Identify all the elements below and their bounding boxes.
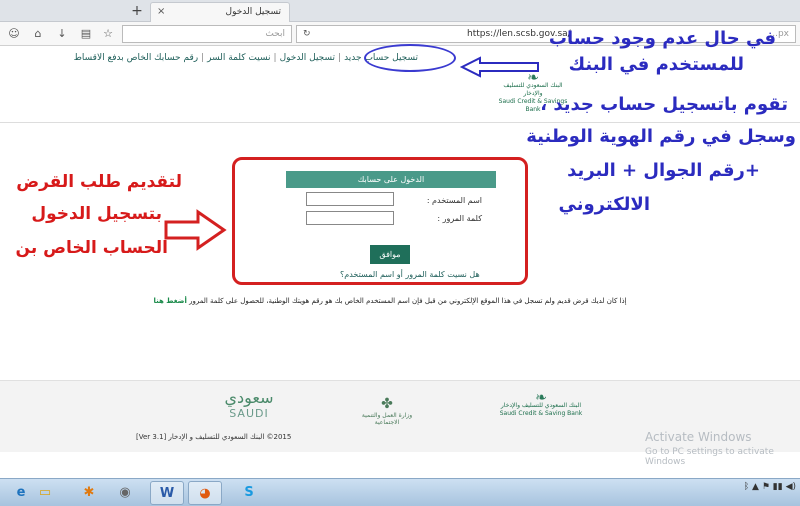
search-input[interactable]: ابحث — [122, 25, 292, 43]
login-header: الدخول على حسابك — [286, 171, 496, 188]
footer-bank-en: Saudi Credit & Saving Bank — [499, 410, 583, 417]
header-divider — [0, 122, 800, 123]
saudi-logo-ar: سعودي — [224, 388, 274, 407]
footer-bank-logo: ❧ البنك السعودي للتسليف والإدخار Saudi C… — [494, 390, 588, 418]
volume-icon[interactable]: ◀) — [786, 482, 796, 492]
taskbar: e ▭ ✱ ◉ W ◕ S — [0, 478, 800, 506]
activate-line-1: Activate Windows — [645, 430, 752, 444]
media-icon[interactable]: ✱ — [72, 481, 106, 505]
palm-emblem-icon: ✤ — [381, 396, 393, 412]
activate-line-2: Go to PC settings to activate Windows — [645, 447, 774, 467]
annotation-blue-3: تقوم باتسجيل حساب جديد ، — [540, 94, 788, 115]
ministry-logo: ✤ وزارة العمل والتنمية الاجتماعية — [350, 396, 424, 426]
arrow-right-icon — [164, 209, 227, 251]
star-icon[interactable]: ☆ — [100, 26, 116, 42]
saudi-logo: سعودي SAUDI — [214, 388, 284, 420]
bank-emblem-icon: ❧ — [527, 70, 539, 86]
login-link[interactable]: تسجيل الدخول — [280, 53, 335, 63]
smiley-icon[interactable]: ☺ — [6, 26, 22, 42]
ministry-name: وزارة العمل والتنمية الاجتماعية — [361, 412, 413, 426]
click-here-link[interactable]: أضغط هنا — [153, 297, 186, 305]
explorer-icon[interactable]: ▭ — [28, 481, 62, 505]
info-text: إذا كان لديك قرض قديم ولم تسجل في هذا ال… — [189, 297, 627, 305]
highlight-oval — [364, 44, 456, 72]
annotation-blue-6: الالكتروني — [558, 194, 650, 215]
username-label: اسم المستخدم : — [426, 196, 482, 205]
annotation-red-2: بتسجيل الدخول — [31, 204, 162, 224]
footer-bank-ar: البنك السعودي للتسليف والإدخار — [500, 402, 582, 409]
new-tab-button[interactable]: + — [128, 2, 146, 20]
arrow-up-icon[interactable]: ▲ — [752, 482, 759, 492]
tab-bar — [0, 0, 800, 22]
footer-bank-emblem-icon: ❧ — [535, 390, 547, 406]
forgot-password-link[interactable]: نسيت كلمة السر — [207, 53, 270, 63]
skype-icon[interactable]: S — [232, 481, 266, 505]
tab-title: تسجيل الدخول — [225, 7, 281, 17]
saudi-logo-en: SAUDI — [229, 407, 269, 420]
password-input[interactable] — [306, 211, 394, 225]
copyright: 2015© البنك السعودي للتسليف و الإدخار [V… — [136, 433, 292, 441]
annotation-blue-4: وسجل في رقم الهوية الوطنية — [526, 126, 796, 147]
info-line: إذا كان لديك قرض قديم ولم تسجل في هذا ال… — [150, 297, 630, 305]
system-tray: ᛒ ▲ ⚑ ▮▮ ◀) — [744, 482, 796, 492]
activate-windows-watermark: Activate Windows Go to PC settings to ac… — [645, 430, 800, 467]
annotation-blue-1: في حال عدم وجود حساب — [548, 28, 776, 49]
download-icon[interactable]: ↓ — [54, 26, 70, 42]
browser-tab[interactable]: × تسجيل الدخول — [150, 2, 290, 22]
login-submit-button[interactable]: موافق — [370, 245, 410, 264]
annotation-blue-2: للمستخدم في البنك — [568, 54, 744, 75]
annotation-red-1: لتقديم طلب القرض — [16, 172, 182, 192]
annotation-blue-5: +رقم الجوال + البريد — [567, 160, 760, 181]
firefox-icon[interactable]: ◕ — [188, 481, 222, 505]
bluetooth-icon[interactable]: ᛒ — [744, 482, 749, 492]
forgot-credentials-link[interactable]: هل نسيت كلمة المرور أو اسم المستخدم؟ — [340, 270, 480, 279]
installment-account-link[interactable]: رقم حسابك الخاص بدفع الاقساط — [74, 53, 199, 63]
network-icon[interactable]: ▮▮ — [773, 482, 783, 492]
bookmarks-icon[interactable]: ▤ — [78, 26, 94, 42]
annotation-red-3: الحساب الخاص بن — [15, 238, 168, 258]
close-tab-icon[interactable]: × — [157, 6, 165, 17]
password-label: كلمة المرور : — [437, 214, 482, 223]
home-icon[interactable]: ⌂ — [30, 26, 46, 42]
username-input[interactable] — [306, 192, 394, 206]
word-icon[interactable]: W — [150, 481, 184, 505]
chrome-icon[interactable]: ◉ — [108, 481, 142, 505]
flag-icon[interactable]: ⚑ — [762, 482, 770, 492]
reload-icon[interactable]: ↻ — [303, 26, 311, 42]
